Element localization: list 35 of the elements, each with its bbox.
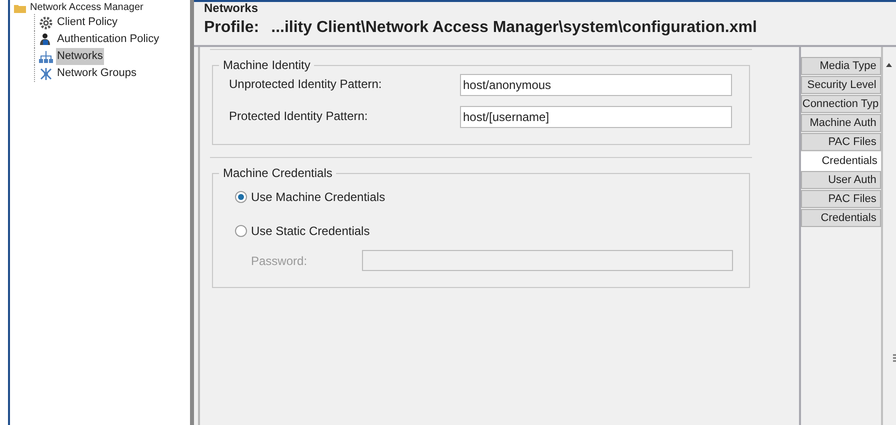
tree-item[interactable]: Authentication Policy — [56, 31, 160, 48]
password-field[interactable] — [362, 250, 733, 271]
page-heading: Networks — [204, 2, 260, 15]
profile-label: Profile: — [204, 18, 260, 38]
radio-label[interactable]: Use Machine Credentials — [251, 188, 386, 206]
radio-button[interactable] — [235, 191, 247, 203]
tree-item[interactable]: Network Groups — [56, 65, 138, 82]
side-tab[interactable]: User Auth — [801, 171, 882, 189]
radio-button[interactable] — [235, 225, 247, 237]
input-field[interactable]: host/anonymous — [460, 74, 732, 96]
group-title: Machine Credentials — [222, 165, 334, 182]
field-label: Unprotected Identity Pattern: — [229, 76, 383, 93]
gear-icon — [39, 16, 53, 30]
side-tab[interactable]: PAC Files — [801, 190, 882, 208]
side-tab[interactable]: Security Level — [801, 76, 882, 94]
network-icon — [39, 50, 53, 64]
side-tab[interactable]: PAC Files — [801, 133, 882, 151]
group-title: Machine Identity — [222, 57, 312, 74]
user-icon — [39, 32, 53, 46]
side-tab[interactable]: Credentials — [801, 209, 882, 227]
input-field[interactable]: host/[username] — [460, 106, 732, 128]
scroll-up-icon[interactable] — [886, 63, 892, 67]
profile-path: ...ility Client\Network Access Manager\system\configuration.xml — [271, 18, 757, 38]
tree-item[interactable]: Networks — [56, 48, 104, 65]
radio-label[interactable]: Use Static Credentials — [251, 222, 370, 240]
side-tab[interactable]: Machine Auth — [801, 114, 882, 132]
tree-item[interactable]: Client Policy — [56, 14, 119, 31]
network-star-icon — [39, 66, 53, 80]
folder-icon — [14, 2, 26, 12]
password-label: Password: — [251, 252, 308, 270]
side-tab[interactable]: Media Type — [801, 57, 882, 75]
side-tab[interactable]: Credentials — [801, 152, 882, 171]
tree-root-label[interactable]: Network Access Manager — [30, 2, 144, 14]
field-label: Protected Identity Pattern: — [229, 108, 369, 125]
side-tab[interactable]: Connection Typ — [801, 95, 882, 113]
